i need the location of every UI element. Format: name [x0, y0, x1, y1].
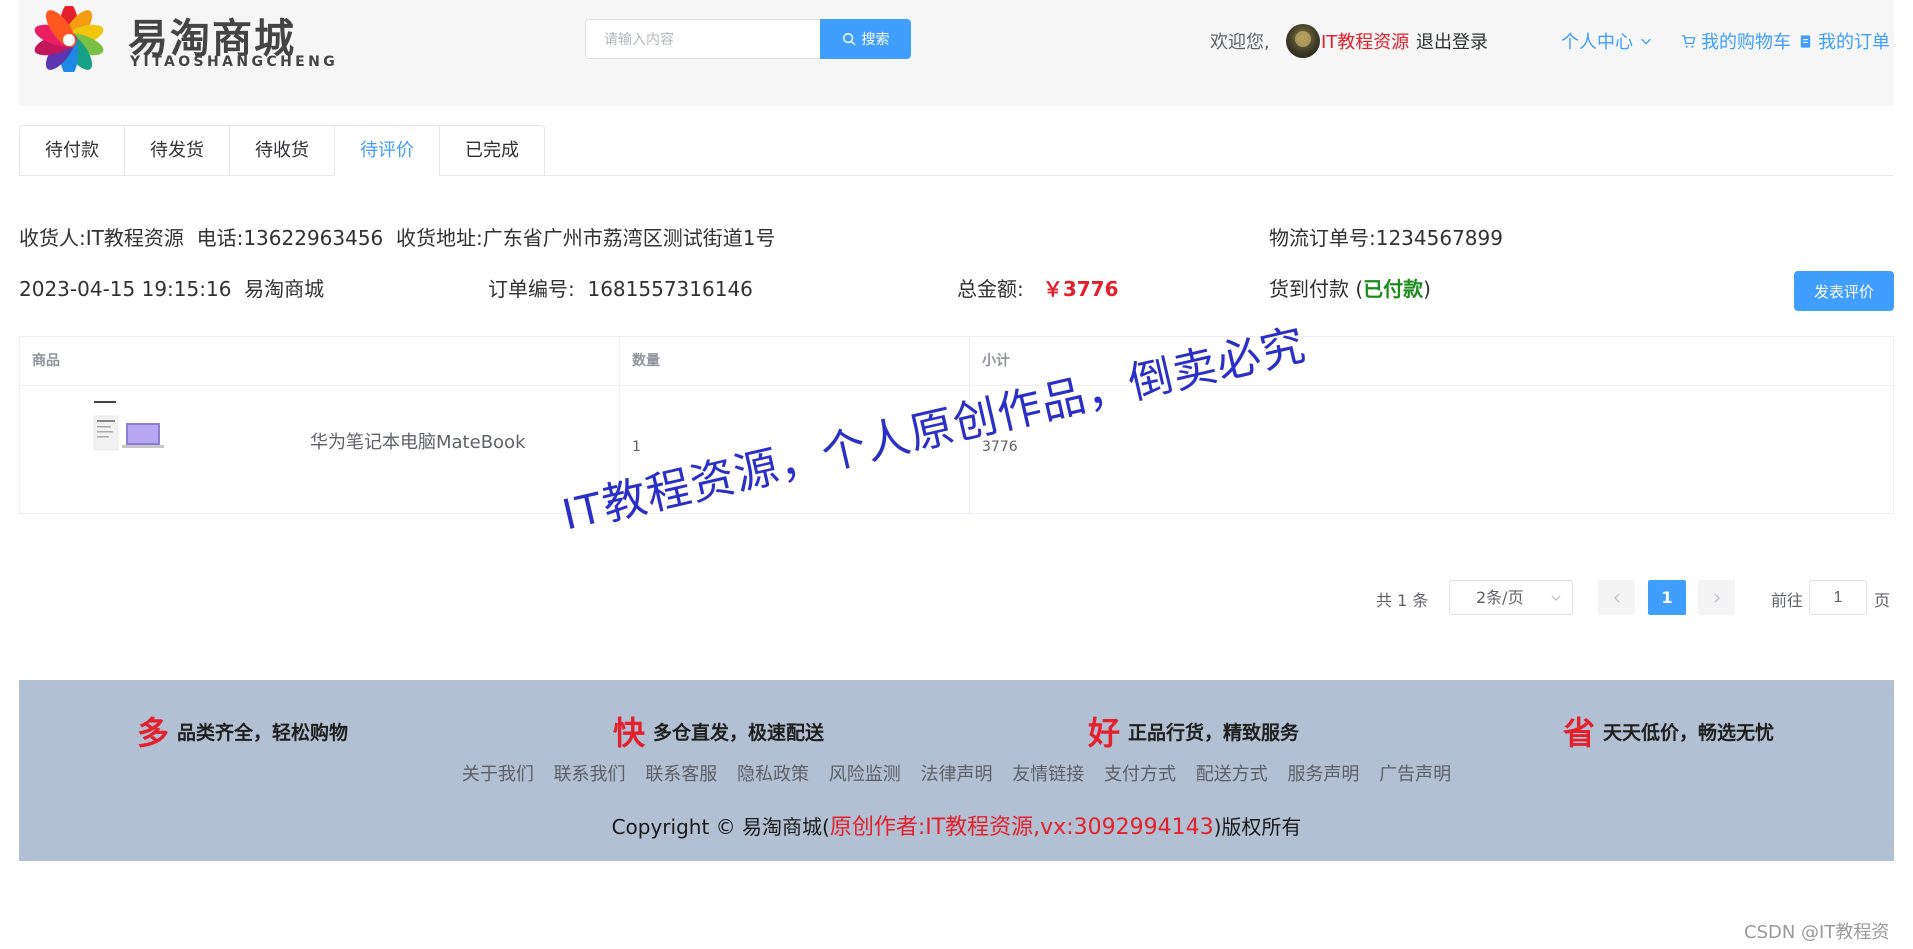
footer-links: 关于我们 联系我们 联系客服 隐私政策 风险监测 法律声明 友情链接 支付方式 …: [19, 760, 1894, 786]
payment-status: 已付款: [1363, 277, 1424, 301]
page-size-value: 2条/页: [1476, 588, 1524, 607]
payment-info: 货到付款 (已付款): [1269, 277, 1431, 301]
feature-char: 省: [1563, 714, 1596, 752]
logout-link[interactable]: 退出登录: [1416, 28, 1488, 54]
footer-link-support[interactable]: 联系客服: [645, 764, 717, 785]
goto-page-input[interactable]: [1809, 580, 1867, 615]
avatar[interactable]: [1286, 24, 1320, 58]
receiver-name: 收货人:IT教程资源: [19, 226, 184, 250]
footer-link-friends[interactable]: 友情链接: [1012, 764, 1084, 785]
document-icon: [1800, 34, 1811, 48]
feature-text: 多仓直发，极速配送: [653, 721, 825, 744]
feature-text: 天天低价，畅选无忧: [1603, 721, 1775, 744]
copyright-author: 原创作者:IT教程资源,vx:3092994143: [829, 815, 1214, 840]
chevron-left-icon: [1613, 592, 1620, 603]
username-link[interactable]: IT教程资源: [1321, 28, 1409, 54]
cart-icon: [1681, 34, 1696, 48]
order-datetime: 2023-04-15 19:15:16: [19, 277, 232, 301]
post-review-button[interactable]: 发表评价: [1794, 271, 1894, 311]
tab-pending-shipment[interactable]: 待发货: [124, 126, 229, 176]
feature-variety: 多 品类齐全，轻松购物: [137, 708, 348, 754]
feature-saving: 省 天天低价，畅选无忧: [1563, 708, 1774, 754]
table-row-product-cell: 华为笔记本电脑MateBook: [20, 386, 620, 513]
cart-label: 我的购物车: [1701, 32, 1791, 53]
page-size-select[interactable]: 2条/页: [1449, 580, 1573, 615]
pagination-total: 共 1 条: [1376, 591, 1429, 610]
receiver-address: 收货地址:广东省广州市荔湾区测试街道1号: [396, 226, 776, 250]
personal-center-label: 个人中心: [1561, 32, 1633, 53]
logistics-number: 物流订单号:1234567899: [1269, 226, 1503, 250]
feature-text: 品类齐全，轻松购物: [177, 721, 349, 744]
search-icon: [842, 33, 855, 46]
tab-completed[interactable]: 已完成: [439, 126, 544, 176]
tab-list: 待付款 待发货 待收货 待评价 已完成: [19, 125, 545, 177]
order-number-label: 订单编号:: [488, 277, 575, 301]
feature-text: 正品行货，精致服务: [1128, 721, 1300, 744]
welcome-text: 欢迎您,: [1210, 32, 1270, 53]
copyright: Copyright © 易淘商城(原创作者:IT教程资源,vx:30929941…: [19, 809, 1894, 841]
feature-quality: 好 正品行货，精致服务: [1088, 708, 1299, 754]
footer-link-service[interactable]: 服务声明: [1287, 764, 1359, 785]
footer-link-contact[interactable]: 联系我们: [554, 764, 626, 785]
personal-center-dropdown[interactable]: 个人中心: [1561, 28, 1653, 54]
copyright-suffix: )版权所有: [1213, 815, 1302, 839]
page-unit-label: 页: [1874, 591, 1891, 610]
feature-fast: 快 多仓直发，极速配送: [613, 708, 824, 754]
copyright-prefix: Copyright © 易淘商城(: [611, 815, 830, 839]
header: 易淘商城 YITAOSHANGCHENG 搜索 欢迎您, IT教程资源 退出登录…: [19, 0, 1894, 106]
order-total-amount: ￥3776: [1042, 277, 1119, 301]
order-datetime-shop: 2023-04-15 19:15:16 易淘商城: [19, 273, 324, 302]
order-status-tabs: 待付款 待发货 待收货 待评价 已完成: [19, 125, 1894, 177]
chevron-right-icon: [1713, 592, 1720, 603]
receiver-info: 收货人:IT教程资源 电话:13622963456 收货地址:广东省广州市荔湾区…: [19, 222, 775, 251]
page-number-1[interactable]: 1: [1648, 580, 1686, 615]
logo-subtext: YITAOSHANGCHENG: [130, 54, 339, 70]
column-header-product: 商品: [20, 337, 620, 386]
prev-page-button[interactable]: [1598, 580, 1635, 615]
tab-pending-review[interactable]: 待评价: [334, 126, 439, 177]
search-button[interactable]: 搜索: [820, 19, 911, 59]
orders-label: 我的订单: [1818, 32, 1890, 53]
goto-label: 前往: [1771, 591, 1804, 610]
footer: 多 品类齐全，轻松购物 快 多仓直发，极速配送 好 正品行货，精致服务 省 天天…: [19, 680, 1894, 861]
chevron-down-icon: [1551, 595, 1561, 601]
feature-char: 快: [613, 714, 646, 752]
footer-link-payment[interactable]: 支付方式: [1104, 764, 1176, 785]
payment-method: 货到付款: [1269, 277, 1349, 301]
column-header-quantity: 数量: [620, 337, 970, 386]
receiver-phone: 电话:13622963456: [196, 226, 384, 250]
cart-link[interactable]: 我的购物车: [1681, 28, 1791, 54]
tab-pending-payment[interactable]: 待付款: [20, 126, 124, 176]
feature-char: 好: [1088, 714, 1121, 752]
tab-pending-receipt[interactable]: 待收货: [229, 126, 334, 176]
flower-logo-icon: [34, 6, 104, 72]
footer-link-about[interactable]: 关于我们: [462, 764, 534, 785]
order-shop: 易淘商城: [244, 277, 325, 301]
footer-link-ads[interactable]: 广告声明: [1379, 764, 1451, 785]
product-name-link[interactable]: 华为笔记本电脑MateBook: [310, 428, 526, 454]
order-total: 总金额: ￥3776: [957, 273, 1119, 302]
footer-link-risk[interactable]: 风险监测: [829, 764, 901, 785]
site-logo[interactable]: 易淘商城 YITAOSHANGCHENG: [25, 4, 355, 74]
footer-link-legal[interactable]: 法律声明: [921, 764, 993, 785]
footer-link-privacy[interactable]: 隐私政策: [737, 764, 809, 785]
feature-char: 多: [137, 714, 170, 752]
order-number: 订单编号: 1681557316146: [488, 273, 753, 302]
csdn-watermark: CSDN @IT教程资源-: [1744, 922, 1890, 949]
next-page-button[interactable]: [1698, 580, 1735, 615]
search-button-label: 搜索: [861, 31, 890, 47]
order-number-value: 1681557316146: [587, 277, 753, 301]
chevron-down-icon: [1641, 38, 1651, 45]
footer-link-delivery[interactable]: 配送方式: [1196, 764, 1268, 785]
search-input[interactable]: [585, 19, 821, 59]
orders-link[interactable]: 我的订单: [1798, 28, 1890, 54]
product-thumbnail[interactable]: [92, 398, 170, 454]
order-total-label: 总金额:: [957, 277, 1024, 301]
